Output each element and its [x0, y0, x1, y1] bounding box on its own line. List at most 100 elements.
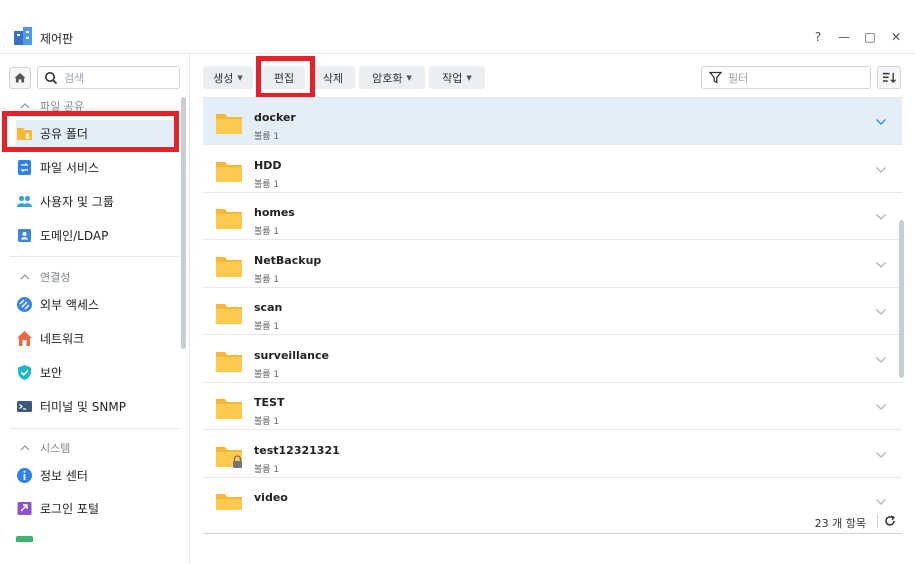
sidebar-item-network[interactable]: 네트워크: [16, 325, 176, 351]
sidebar-item-domain-ldap[interactable]: 도메인/LDAP: [16, 222, 176, 248]
divider: [877, 514, 878, 528]
home-button[interactable]: [9, 67, 31, 89]
chevron-down-icon[interactable]: [875, 118, 887, 126]
folder-row[interactable]: video: [203, 478, 902, 510]
search-input[interactable]: [64, 70, 174, 86]
chevron-down-icon[interactable]: [875, 213, 887, 221]
folder-icon: [216, 494, 242, 510]
sidebar: 파일 공유 공유 폴더 파일 서비스 사용자 및 그룹 도메인/LDAP 연결성: [0, 54, 190, 564]
chevron-up-icon: [20, 445, 30, 451]
close-button[interactable]: ✕: [888, 30, 904, 44]
list-footer: 23 개 항목: [203, 510, 902, 534]
folder-name: TEST: [254, 396, 285, 409]
section-system[interactable]: 시스템: [20, 440, 70, 456]
create-button[interactable]: 생성 ▼: [203, 66, 253, 89]
terminal-icon: [17, 400, 32, 412]
folder-row[interactable]: scan 볼륨 1: [203, 288, 902, 335]
info-icon: [17, 467, 32, 483]
caret-down-icon: ▼: [406, 73, 412, 82]
chevron-down-icon[interactable]: [875, 498, 887, 506]
folder-volume: 볼륨 1: [254, 417, 280, 427]
encrypt-label: 암호화: [372, 71, 403, 85]
folder-name: video: [254, 491, 288, 504]
folder-name: docker: [254, 111, 296, 124]
chevron-up-icon: [20, 103, 30, 109]
folder-icon: [216, 114, 242, 134]
home-icon: [14, 73, 26, 83]
folder-volume: 볼륨 1: [254, 322, 280, 332]
folder-volume: 볼륨 1: [254, 464, 280, 475]
sidebar-item-external-access[interactable]: 외부 액세스: [16, 291, 176, 317]
folder-row[interactable]: NetBackup 볼륨 1: [203, 241, 902, 288]
sidebar-item-security[interactable]: 보안: [16, 359, 176, 385]
filter-box[interactable]: [701, 66, 871, 89]
sidebar-item-label: 네트워크: [40, 331, 85, 346]
toolbar: 생성 ▼ 편집 삭제 암호화 ▼ 작업 ▼: [190, 54, 915, 98]
shared-folder-list[interactable]: docker 볼륨 1 HDD 볼륨 1 homes 볼륨 1 NetBackup 볼륨 1s…: [203, 97, 902, 510]
folder-row[interactable]: homes 볼륨 1: [203, 193, 902, 240]
filter-input[interactable]: [728, 70, 863, 86]
sidebar-item-label: 공유 폴더: [40, 126, 88, 141]
delete-label: 삭제: [322, 71, 344, 85]
sort-icon: [882, 72, 896, 84]
section-label: 파일 공유: [40, 100, 84, 113]
sort-button[interactable]: [877, 66, 901, 89]
section-file-sharing[interactable]: 파일 공유: [20, 98, 84, 114]
minimize-button[interactable]: —: [836, 30, 852, 44]
section-label: 시스템: [40, 442, 71, 455]
folder-name: homes: [254, 206, 295, 219]
caret-down-icon: ▼: [466, 73, 472, 82]
maximize-button[interactable]: □: [862, 30, 878, 44]
sidebar-item-file-services[interactable]: 파일 서비스: [16, 154, 176, 180]
delete-button[interactable]: 삭제: [311, 66, 355, 89]
folder-name: surveillance: [254, 348, 329, 362]
list-scrollbar[interactable]: [899, 220, 904, 378]
search-icon: [45, 72, 58, 85]
action-button[interactable]: 작업 ▼: [429, 66, 485, 89]
section-connectivity[interactable]: 연결성: [20, 269, 70, 285]
divider: [10, 428, 180, 429]
sidebar-item-label: 도메인/LDAP: [40, 228, 109, 243]
folder-row[interactable]: TEST 볼륨 1: [203, 383, 902, 430]
file-services-icon: [18, 159, 31, 175]
login-portal-icon: [17, 501, 32, 515]
folder-row[interactable]: test12321321 볼륨 1: [203, 431, 902, 478]
sidebar-item-shared-folder[interactable]: 공유 폴더: [16, 120, 176, 146]
folder-row[interactable]: HDD 볼륨 1: [203, 146, 902, 193]
users-icon: [17, 195, 32, 207]
caret-down-icon: ▼: [237, 73, 243, 82]
sidebar-item-terminal-snmp[interactable]: 터미널 및 SNMP: [16, 393, 176, 419]
chevron-down-icon[interactable]: [875, 261, 887, 269]
shared-folder-icon: [17, 127, 32, 140]
encrypt-button[interactable]: 암호화 ▼: [359, 66, 425, 89]
sidebar-item-info-center[interactable]: 정보 센터: [16, 462, 176, 488]
edit-button[interactable]: 편집: [263, 66, 305, 89]
folder-icon: [216, 399, 242, 419]
help-button[interactable]: ?: [810, 30, 826, 44]
sidebar-item-label: 외부 액세스: [40, 297, 100, 312]
shield-icon: [18, 364, 31, 380]
sidebar-scrollbar[interactable]: [181, 97, 186, 349]
chevron-down-icon[interactable]: [875, 166, 887, 174]
external-access-icon: [17, 296, 32, 312]
folder-volume: 볼륨 1: [254, 179, 280, 190]
sidebar-item-users-groups[interactable]: 사용자 및 그룹: [16, 188, 176, 214]
sidebar-item-login-portal[interactable]: 로그인 포털: [16, 495, 176, 521]
folder-icon: [216, 304, 242, 324]
folder-icon: [216, 161, 242, 182]
folder-row[interactable]: docker 볼륨 1: [203, 98, 902, 145]
folder-name: NetBackup: [254, 253, 322, 267]
refresh-icon[interactable]: [884, 515, 896, 527]
network-icon: [17, 330, 32, 346]
folder-name: scan: [254, 301, 283, 314]
chevron-down-icon[interactable]: [875, 451, 887, 459]
folder-name: test12321321: [254, 443, 340, 457]
chevron-down-icon[interactable]: [875, 308, 887, 316]
search-box[interactable]: [37, 66, 180, 89]
folder-row[interactable]: surveillance 볼륨 1: [203, 336, 902, 383]
control-panel-icon: [14, 27, 32, 45]
chevron-down-icon[interactable]: [875, 403, 887, 411]
chevron-down-icon[interactable]: [875, 356, 887, 364]
item-count: 23 개 항목: [814, 517, 866, 530]
chevron-up-icon: [20, 274, 30, 280]
